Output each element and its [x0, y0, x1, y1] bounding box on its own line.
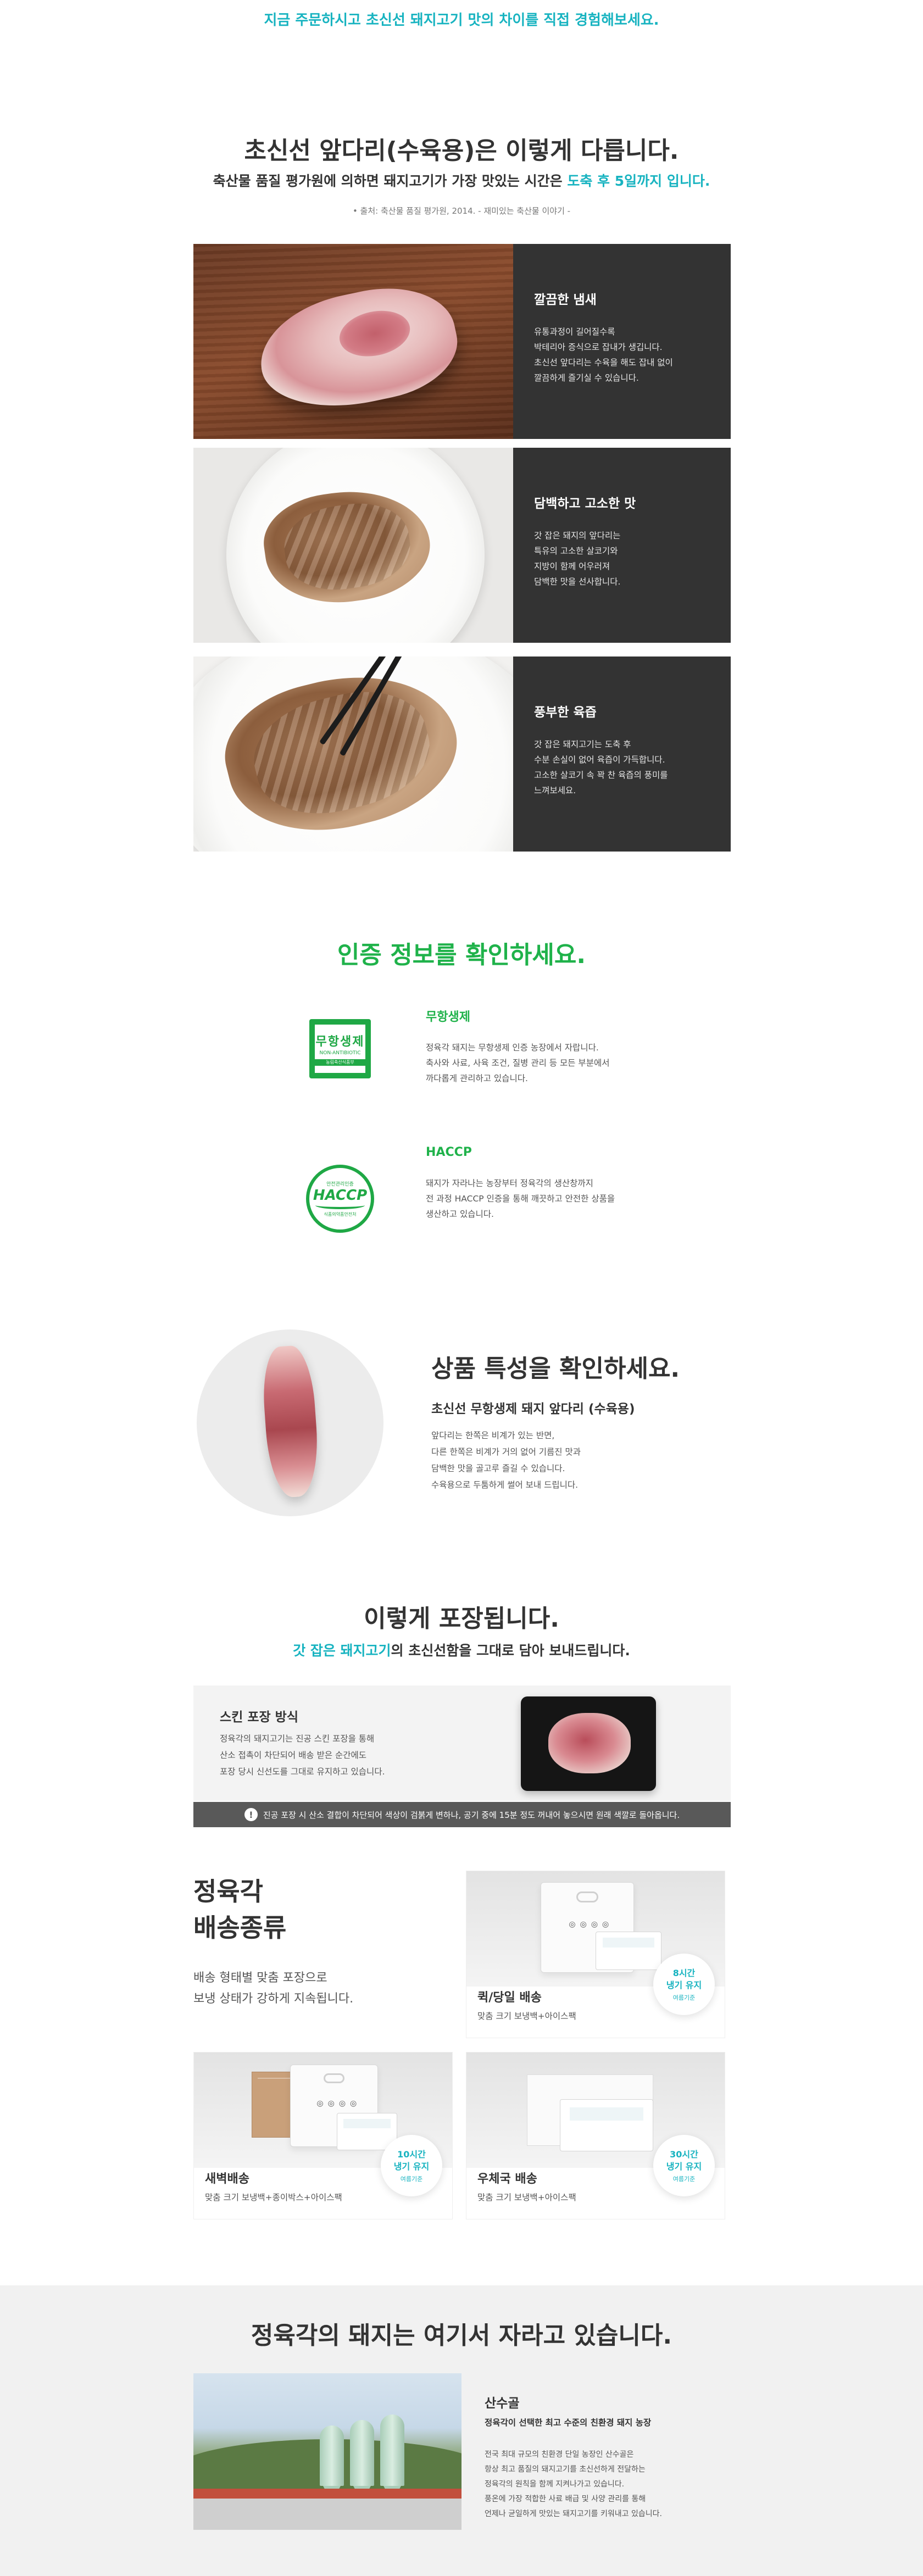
badge-label: 냉기 유지 [393, 2161, 430, 2172]
feature-title: 깔끔한 냄새 [534, 293, 597, 307]
cert-mark-subtext: NON-ANTIBIOTIC [319, 1050, 361, 1056]
cert-mark-top: 안전관리인증 [326, 1182, 354, 1187]
badge-label: 냉기 유지 [666, 2161, 702, 2172]
subtitle-text: 축산물 품질 평가원에 의하면 돼지고기가 가장 맛있는 시간은 [213, 173, 568, 189]
raw-pork-photo [193, 244, 513, 439]
shipping-name: 퀵/당일 배송 [477, 1991, 542, 2005]
product-heading: 상품 특성을 확인하세요. [431, 1355, 680, 1383]
product-name: 초신선 무항생제 돼지 앞다리 (수육용) [431, 1402, 635, 1416]
cert-mark-text: 무항생제 [315, 1035, 365, 1049]
bag-dots: ◎◎◎◎ [316, 2099, 362, 2108]
packaging-subtitle-text: 의 초신선함을 그대로 담아 보내드립니다. [391, 1643, 630, 1659]
shipping-card-quick: ◎◎◎◎ 8시간 냉기 유지 여름기준 퀵/당일 배송 맞춤 크기 보냉백+아이… [466, 1871, 725, 2038]
subtitle-highlight: 도축 후 5일까지 입니다. [567, 173, 710, 189]
cert-mark-bar: 농림축산식품부 [315, 1059, 365, 1066]
feature-desc: 유통과정이 길어질수록 박테리아 증식으로 잡내가 생깁니다. 초신선 앞다리는… [534, 327, 673, 383]
cold-retention-badge: 30시간 냉기 유지 여름기준 [653, 2135, 715, 2196]
boiled-pork-plate-photo [193, 448, 513, 643]
barn-roof [193, 2489, 462, 2499]
farm-heading: 정육각의 돼지는 여기서 자라고 있습니다. [251, 2322, 672, 2350]
shipping-heading: 정육각 배송종류 [193, 1877, 287, 1943]
shipping-spec: 맞춤 크기 보냉백+종이박스+아이스팩 [205, 2193, 342, 2202]
product-desc: 앞다리는 한쪽은 비계가 있는 반면, 다른 한쪽은 비계가 거의 없어 기름진… [431, 1431, 581, 1490]
packaging-note-text: 진공 포장 시 산소 결합이 차단되어 색상이 검붉게 변하나, 공기 중에 1… [263, 1810, 680, 1820]
certification-heading: 인증 정보를 확인하세요. [337, 941, 586, 969]
feature-card: 담백하고 고소한 맛 갓 잡은 돼지의 앞다리는 특유의 고소한 살코기와 지방… [193, 448, 731, 643]
shipping-card-post: 30시간 냉기 유지 여름기준 우체국 배송 맞춤 크기 보냉백+아이스팩 [466, 2052, 725, 2219]
cert-desc: 정육각 돼지는 무항생제 인증 농장에서 자랍니다. 축사와 사료, 사육 조건… [426, 1043, 610, 1083]
badge-hours: 30시간 [670, 2149, 698, 2160]
packaging-note-bar: ! 진공 포장 시 산소 결합이 차단되어 색상이 검붉게 변하나, 공기 중에… [193, 1802, 731, 1827]
badge-label: 냉기 유지 [666, 1979, 702, 1990]
feature-panel: 담백하고 고소한 맛 갓 잡은 돼지의 앞다리는 특유의 고소한 살코기와 지방… [513, 448, 731, 643]
farm-photo [193, 2373, 462, 2530]
feature-title: 풍부한 육즙 [534, 705, 597, 720]
shipping-card-dawn: ◎◎◎◎ 10시간 냉기 유지 여름기준 새벽배송 맞춤 크기 보냉백+종이박스… [193, 2052, 453, 2219]
cert-title: HACCP [426, 1145, 472, 1159]
badge-note: 여름기준 [672, 2175, 696, 2183]
feature-desc: 갓 잡은 돼지고기는 도축 후 수분 손실이 없어 육즙이 가득합니다. 고소한… [534, 739, 668, 795]
shipping-name: 새벽배송 [205, 2172, 249, 2186]
antibiotic-free-certification-icon: 무항생제 NON-ANTIBIOTIC 농림축산식품부 [309, 1019, 371, 1078]
bag-dots: ◎◎◎◎ [569, 1920, 614, 1929]
skin-pack-title: 스킨 포장 방식 [220, 1710, 298, 1724]
skin-pack-tray-image [521, 1696, 656, 1791]
source-note: • 출처: 축산물 품질 평가원, 2014. - 재미있는 축산물 이야기 - [352, 206, 571, 216]
section-title: 초신선 앞다리(수육용)은 이렇게 다릅니다. [244, 137, 679, 165]
cert-title: 무항생제 [426, 1010, 470, 1024]
farm-subtitle: 정육각이 선택한 최고 수준의 친환경 돼지 농장 [485, 2418, 652, 2428]
packaging-highlight: 갓 잡은 돼지고기 [293, 1643, 391, 1659]
ice-pack [560, 2099, 653, 2151]
badge-hours: 10시간 [397, 2149, 426, 2160]
skin-pack-desc: 정육각의 돼지고기는 진공 스킨 포장을 통해 산소 접촉이 차단되어 배송 받… [220, 1734, 385, 1777]
feature-card: 깔끔한 냄새 유통과정이 길어질수록 박테리아 증식으로 잡내가 생깁니다. 초… [193, 244, 731, 439]
shipping-spec: 맞춤 크기 보냉백+아이스팩 [477, 2193, 576, 2202]
badge-note: 여름기준 [672, 1994, 696, 2001]
product-image [197, 1329, 383, 1516]
packaging-subtitle: 갓 잡은 돼지고기의 초신선함을 그대로 담아 보내드립니다. [0, 1640, 923, 1660]
cert-desc: 돼지가 자라나는 농장부터 정육각의 생산창까지 전 과정 HACCP 인증을 … [426, 1178, 615, 1219]
feature-card: 풍부한 육즙 갓 잡은 돼지고기는 도축 후 수분 손실이 없어 육즙이 가득합… [193, 656, 731, 852]
pork-shoulder-shape [260, 1344, 321, 1499]
silo [320, 2425, 344, 2486]
farm-name: 산수골 [485, 2396, 520, 2411]
silo [380, 2414, 404, 2486]
farm-desc: 전국 최대 규모의 친환경 단일 농장인 산수골은 항상 최고 품질의 돼지고기… [485, 2450, 662, 2518]
badge-note: 여름기준 [400, 2175, 423, 2183]
shipping-desc: 배송 형태별 맞춤 포장으로 보냉 상태가 강하게 지속됩니다. [193, 1971, 354, 2006]
shipping-spec: 맞춤 크기 보냉백+아이스팩 [477, 2011, 576, 2021]
section-subtitle: 축산물 품질 평가원에 의하면 돼지고기가 가장 맛있는 시간은 도축 후 5일… [0, 170, 923, 190]
top-banner-text: 지금 주문하시고 초신선 돼지고기 맛의 차이를 직접 경험해보세요. [264, 12, 659, 29]
cold-retention-badge: 8시간 냉기 유지 여름기준 [653, 1954, 715, 2015]
feature-panel: 깔끔한 냄새 유통과정이 길어질수록 박테리아 증식으로 잡내가 생깁니다. 초… [513, 244, 731, 439]
haccp-certification-icon: 안전관리인증 HACCP 식품의약품안전처 [306, 1165, 374, 1233]
shipping-name: 우체국 배송 [477, 2172, 537, 2186]
feature-panel: 풍부한 육즙 갓 잡은 돼지고기는 도축 후 수분 손실이 없어 육즙이 가득합… [513, 656, 731, 852]
packaging-heading: 이렇게 포장됩니다. [364, 1605, 559, 1633]
cold-retention-badge: 10시간 냉기 유지 여름기준 [381, 2135, 442, 2196]
silo [350, 2420, 374, 2486]
feature-title: 담백하고 고소한 맛 [534, 497, 636, 511]
cert-mark-subtext: 식품의약품안전처 [324, 1212, 357, 1217]
feature-desc: 갓 잡은 돼지의 앞다리는 특유의 고소한 살코기와 지방이 함께 어우러져 담… [534, 531, 621, 587]
ice-pack [596, 1932, 661, 1970]
boiled-pork-chopsticks-photo [193, 656, 513, 852]
badge-hours: 8시간 [672, 1967, 696, 1978]
info-icon: ! [244, 1808, 258, 1821]
